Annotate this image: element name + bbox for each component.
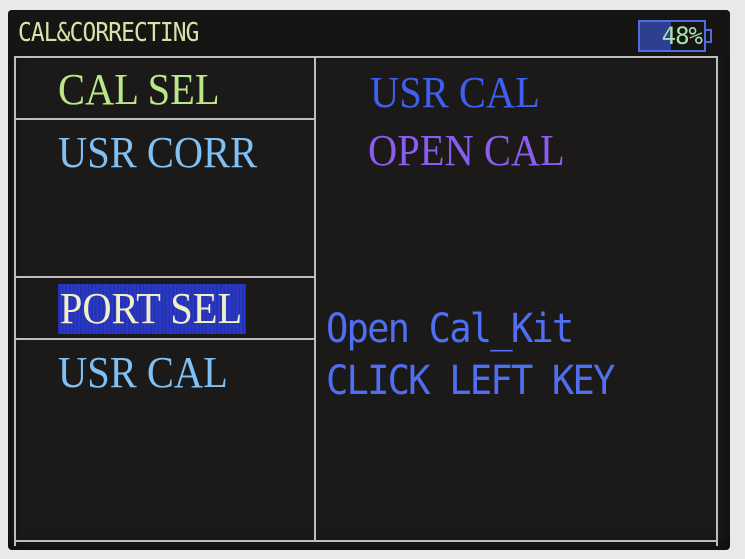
menu-item-label: USR CAL: [58, 348, 228, 397]
column-divider: [314, 56, 316, 542]
menu-item-label: USR CORR: [58, 128, 258, 177]
frame-left: [14, 56, 16, 546]
option-label: USR CAL: [370, 68, 540, 117]
message-line-1: Open Cal_Kit: [326, 306, 574, 352]
menu-item-cal-sel[interactable]: CAL SEL: [58, 65, 220, 115]
battery-tip: [706, 29, 712, 43]
lcd-screen: CAL&CORRECTING 48% CAL SEL USR CORR PORT…: [8, 10, 730, 550]
title-bar: CAL&CORRECTING 48%: [8, 10, 730, 60]
option-label: OPEN CAL: [368, 126, 565, 175]
frame-right: [716, 56, 718, 546]
menu-divider-2: [16, 276, 314, 278]
option-open-cal[interactable]: OPEN CAL: [368, 126, 565, 176]
menu-divider-1: [16, 118, 314, 120]
frame-bottom: [14, 540, 718, 542]
menu-divider-3: [16, 338, 314, 340]
menu-item-label: PORT SEL: [59, 284, 243, 333]
message-line-2: CLICK LEFT KEY: [326, 358, 615, 404]
menu-item-usr-cal[interactable]: USR CAL: [58, 348, 228, 398]
frame-top: [14, 56, 718, 58]
page-title: CAL&CORRECTING: [18, 18, 199, 48]
option-usr-cal[interactable]: USR CAL: [370, 68, 540, 118]
menu-item-label: CAL SEL: [58, 65, 220, 114]
battery-level-label: 48%: [661, 22, 703, 50]
battery-icon: 48%: [638, 20, 706, 52]
menu-item-port-sel[interactable]: PORT SEL: [58, 284, 246, 334]
menu-item-usr-corr[interactable]: USR CORR: [58, 128, 257, 178]
